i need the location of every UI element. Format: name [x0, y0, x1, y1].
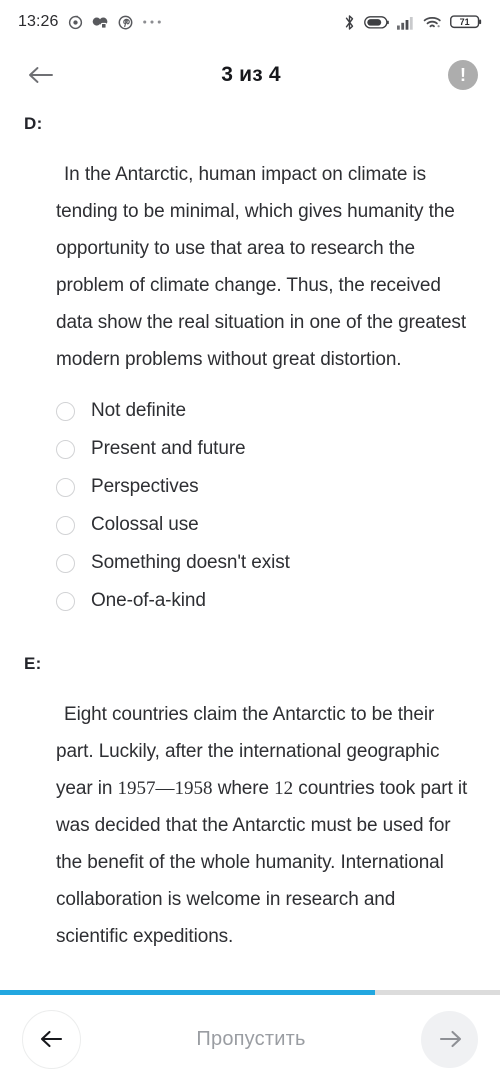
battery-icon: 71: [450, 14, 482, 30]
option-label: Something doesn't exist: [91, 552, 290, 573]
passage-e-part2: where: [212, 778, 275, 799]
more-dots-icon: [142, 18, 162, 26]
block-label-d: D:: [24, 114, 43, 133]
bottom-navigation-bar: Пропустить: [0, 995, 500, 1083]
radio-button[interactable]: [56, 553, 75, 573]
block-label-e: E:: [24, 654, 42, 673]
option-label: One-of-a-kind: [91, 590, 206, 611]
next-button[interactable]: [421, 1010, 478, 1068]
target-icon: [68, 15, 83, 30]
status-bar: 13:26 71: [0, 0, 500, 44]
radio-button[interactable]: [56, 515, 75, 535]
passage-e-years: 1957—1958: [117, 778, 213, 799]
passage-e-part3: countries took part it was decided that …: [56, 778, 468, 947]
list-item[interactable]: Perspectives: [0, 468, 500, 506]
arrow-right-icon: [439, 1030, 461, 1048]
radio-button[interactable]: [56, 477, 75, 497]
passage-e-count: 12: [274, 778, 294, 799]
status-clock: 13:26: [18, 13, 59, 30]
list-item[interactable]: Present and future: [0, 430, 500, 468]
option-label: Colossal use: [91, 514, 199, 535]
answer-options-d: Not definite Present and future Perspect…: [0, 392, 500, 620]
arrow-left-icon: [40, 1030, 62, 1048]
radio-button[interactable]: [56, 591, 75, 611]
page-title: 3 из 4: [221, 63, 281, 86]
status-bar-left: 13:26: [18, 13, 162, 31]
wifi-icon: [423, 15, 442, 30]
header-info-button[interactable]: !: [448, 60, 478, 90]
passage-text-e: Eight countries claim the Antarctic to b…: [56, 696, 470, 955]
battery-case-icon: [364, 15, 389, 30]
list-item[interactable]: Not definite: [0, 392, 500, 430]
option-label: Present and future: [91, 438, 246, 459]
arrow-left-icon: [29, 67, 53, 83]
exclamation-icon: !: [460, 64, 466, 85]
list-item[interactable]: Colossal use: [0, 506, 500, 544]
skip-button[interactable]: Пропустить: [81, 1028, 421, 1051]
signal-bars-icon: [397, 15, 415, 30]
cards-icon: [92, 15, 109, 30]
list-item[interactable]: One-of-a-kind: [0, 582, 500, 620]
status-bar-right: 71: [343, 14, 482, 31]
passage-text-d: In the Antarctic, human impact on climat…: [56, 164, 467, 370]
list-item[interactable]: Something doesn't exist: [0, 544, 500, 582]
pinterest-icon: [118, 15, 133, 30]
bluetooth-icon: [343, 14, 356, 31]
option-label: Perspectives: [91, 476, 199, 497]
previous-button[interactable]: [22, 1009, 81, 1069]
option-label: Not definite: [91, 400, 186, 421]
radio-button[interactable]: [56, 401, 75, 421]
battery-level-text: 71: [460, 17, 470, 27]
radio-button[interactable]: [56, 439, 75, 459]
app-header: 3 из 4 !: [0, 44, 500, 106]
question-content[interactable]: D: In the Antarctic, human impact on cli…: [0, 106, 500, 990]
app-screen: 13:26 71 3 из 4 ! D: In the Antarctic, h…: [0, 0, 500, 1083]
